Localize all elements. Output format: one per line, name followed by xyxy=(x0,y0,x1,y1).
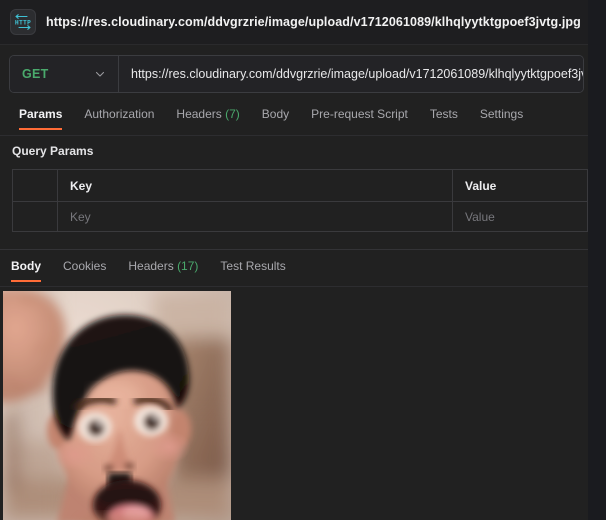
tab-response-body-label: Body xyxy=(11,259,41,273)
tab-response-headers-count: (17) xyxy=(177,259,199,273)
table-row[interactable]: Key Value xyxy=(13,201,588,232)
row-checkbox[interactable] xyxy=(13,202,58,232)
tab-pre-request-script-label: Pre-request Script xyxy=(311,107,408,121)
tab-params[interactable]: Params xyxy=(8,105,73,130)
header-cell-checkbox xyxy=(13,170,58,201)
table-header-row: Key Value xyxy=(13,170,588,201)
tab-response-cookies-label: Cookies xyxy=(63,259,107,273)
tab-body[interactable]: Body xyxy=(251,105,300,130)
http-method-label: GET xyxy=(22,67,49,81)
header-cell-key: Key xyxy=(58,170,453,201)
app-window: HTTP https://res.cloudinary.com/ddvgrzri… xyxy=(0,0,606,520)
request-url-input[interactable]: https://res.cloudinary.com/ddvgrzrie/ima… xyxy=(119,56,583,92)
svg-text:HTTP: HTTP xyxy=(15,19,31,27)
tab-headers-label: Headers xyxy=(176,107,222,121)
tab-authorization[interactable]: Authorization xyxy=(73,105,165,130)
http-method-select[interactable]: GET xyxy=(10,56,118,92)
tab-params-label: Params xyxy=(19,107,63,121)
chevron-down-icon xyxy=(94,68,106,80)
param-key-input[interactable]: Key xyxy=(58,202,453,232)
tab-authorization-label: Authorization xyxy=(84,107,155,121)
tab-response-headers[interactable]: Headers (17) xyxy=(117,257,209,282)
tab-test-results-label: Test Results xyxy=(220,259,286,273)
right-edge-strip xyxy=(588,0,606,520)
query-params-table: Key Value Key Value xyxy=(12,169,588,232)
tab-pre-request-script[interactable]: Pre-request Script xyxy=(300,105,419,130)
tab-response-cookies[interactable]: Cookies xyxy=(52,257,117,282)
http-request-icon: HTTP xyxy=(10,9,36,35)
tab-headers-count: (7) xyxy=(225,107,240,121)
request-response-splitter[interactable] xyxy=(0,249,588,250)
window-title: https://res.cloudinary.com/ddvgrzrie/ima… xyxy=(46,15,581,29)
tab-response-body[interactable]: Body xyxy=(0,257,52,282)
query-params-title: Query Params xyxy=(12,144,94,158)
response-tabs: Body Cookies Headers (17) Test Results xyxy=(0,257,588,287)
response-image-preview xyxy=(3,291,231,520)
response-body-panel xyxy=(0,290,588,520)
tab-tests[interactable]: Tests xyxy=(419,105,469,130)
request-tabs: Params Authorization Headers (7) Body Pr… xyxy=(0,105,588,136)
title-bar: HTTP https://res.cloudinary.com/ddvgrzri… xyxy=(0,0,588,45)
header-cell-value: Value xyxy=(453,170,588,201)
tab-response-headers-label: Headers xyxy=(128,259,174,273)
table-bottom-border xyxy=(12,231,588,232)
tab-test-results[interactable]: Test Results xyxy=(209,257,296,282)
tab-body-label: Body xyxy=(261,107,290,121)
param-value-input[interactable]: Value xyxy=(453,202,588,232)
tab-tests-label: Tests xyxy=(429,107,458,121)
tab-settings-label: Settings xyxy=(479,107,524,121)
tab-headers[interactable]: Headers (7) xyxy=(165,105,250,130)
tab-settings[interactable]: Settings xyxy=(469,105,534,130)
main-panel: HTTP https://res.cloudinary.com/ddvgrzri… xyxy=(0,0,588,520)
request-url-bar: GET https://res.cloudinary.com/ddvgrzrie… xyxy=(9,55,584,93)
